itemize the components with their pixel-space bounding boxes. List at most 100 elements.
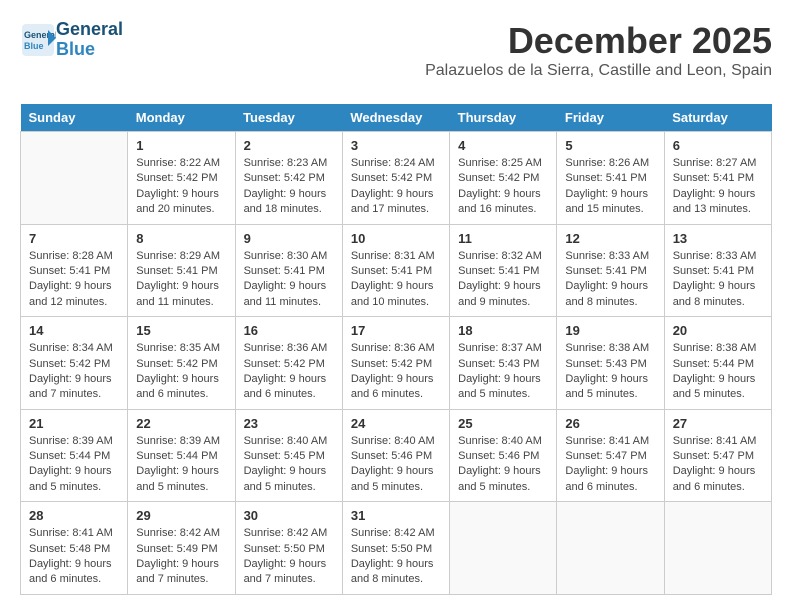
day-cell [450,502,557,595]
day-info: Sunrise: 8:33 AM Sunset: 5:41 PM Dayligh… [565,249,655,311]
day-cell: 25Sunrise: 8:40 AM Sunset: 5:46 PM Dayli… [450,409,557,502]
day-info: Sunrise: 8:37 AM Sunset: 5:43 PM Dayligh… [458,341,548,403]
day-info: Sunrise: 8:22 AM Sunset: 5:42 PM Dayligh… [136,156,226,218]
title-section: December 2025 Palazuelos de la Sierra, C… [425,20,772,92]
day-cell: 10 Sunrise: 8:31 AM Sunset: 5:41 PM Dayli… [342,224,449,317]
day-info: Sunrise: 8:32 AM Sunset: 5:41 PM Dayligh… [458,249,548,311]
day-number: 28 [29,508,119,523]
day-cell: 23Sunrise: 8:40 AM Sunset: 5:45 PM Dayli… [235,409,342,502]
svg-text:Blue: Blue [24,41,44,51]
day-cell: 11 Sunrise: 8:32 AM Sunset: 5:41 PM Dayli… [450,224,557,317]
day-number: 9 [244,231,334,246]
day-cell: 15 Sunrise: 8:35 AM Sunset: 5:42 PM Dayli… [128,317,235,410]
day-info: Sunrise: 8:25 AM Sunset: 5:42 PM Dayligh… [458,156,548,218]
week-row-1: 1 Sunrise: 8:22 AM Sunset: 5:42 PM Daylig… [21,132,772,225]
day-number: 5 [565,138,655,153]
day-cell: 17Sunrise: 8:36 AM Sunset: 5:42 PM Dayli… [342,317,449,410]
day-cell: 6 Sunrise: 8:27 AM Sunset: 5:41 PM Daylig… [664,132,771,225]
week-row-4: 21 Sunrise: 8:39 AM Sunset: 5:44 PM Dayli… [21,409,772,502]
week-row-5: 28 Sunrise: 8:41 AM Sunset: 5:48 PM Dayli… [21,502,772,595]
day-number: 2 [244,138,334,153]
day-cell: 5 Sunrise: 8:26 AM Sunset: 5:41 PM Daylig… [557,132,664,225]
day-cell: 22 Sunrise: 8:39 AM Sunset: 5:44 PM Dayli… [128,409,235,502]
day-number: 29 [136,508,226,523]
day-cell: 8Sunrise: 8:29 AM Sunset: 5:41 PM Daylig… [128,224,235,317]
header-sunday: Sunday [21,104,128,132]
day-cell: 24 Sunrise: 8:40 AM Sunset: 5:46 PM Dayli… [342,409,449,502]
day-cell: 9 Sunrise: 8:30 AM Sunset: 5:41 PM Daylig… [235,224,342,317]
day-info: Sunrise: 8:36 AM Sunset: 5:42 PM Dayligh… [244,341,334,403]
week-row-3: 14Sunrise: 8:34 AM Sunset: 5:42 PM Dayli… [21,317,772,410]
day-info: Sunrise: 8:34 AM Sunset: 5:42 PM Dayligh… [29,341,119,403]
day-info: Sunrise: 8:38 AM Sunset: 5:43 PM Dayligh… [565,341,655,403]
day-number: 18 [458,323,548,338]
header-friday: Friday [557,104,664,132]
day-number: 26 [565,416,655,431]
header-tuesday: Tuesday [235,104,342,132]
day-info: Sunrise: 8:35 AM Sunset: 5:42 PM Dayligh… [136,341,226,403]
day-info: Sunrise: 8:26 AM Sunset: 5:41 PM Dayligh… [565,156,655,218]
logo-line2: Blue [56,40,123,60]
day-cell: 29 Sunrise: 8:42 AM Sunset: 5:49 PM Dayli… [128,502,235,595]
day-info: Sunrise: 8:41 AM Sunset: 5:47 PM Dayligh… [565,434,655,496]
day-cell: 3Sunrise: 8:24 AM Sunset: 5:42 PM Daylig… [342,132,449,225]
day-info: Sunrise: 8:42 AM Sunset: 5:50 PM Dayligh… [351,526,441,588]
day-number: 22 [136,416,226,431]
day-info: Sunrise: 8:27 AM Sunset: 5:41 PM Dayligh… [673,156,763,218]
day-cell: 1 Sunrise: 8:22 AM Sunset: 5:42 PM Daylig… [128,132,235,225]
day-number: 25 [458,416,548,431]
day-number: 19 [565,323,655,338]
day-info: Sunrise: 8:39 AM Sunset: 5:44 PM Dayligh… [29,434,119,496]
day-cell: 18 Sunrise: 8:37 AM Sunset: 5:43 PM Dayli… [450,317,557,410]
day-number: 27 [673,416,763,431]
day-info: Sunrise: 8:24 AM Sunset: 5:42 PM Dayligh… [351,156,441,218]
day-cell: 27 Sunrise: 8:41 AM Sunset: 5:47 PM Dayli… [664,409,771,502]
day-number: 10 [351,231,441,246]
header-wednesday: Wednesday [342,104,449,132]
day-info: Sunrise: 8:41 AM Sunset: 5:48 PM Dayligh… [29,526,119,588]
day-cell: 19 Sunrise: 8:38 AM Sunset: 5:43 PM Dayli… [557,317,664,410]
header-monday: Monday [128,104,235,132]
location-title: Palazuelos de la Sierra, Castille and Le… [425,62,772,80]
day-info: Sunrise: 8:36 AM Sunset: 5:42 PM Dayligh… [351,341,441,403]
day-info: Sunrise: 8:23 AM Sunset: 5:42 PM Dayligh… [244,156,334,218]
day-info: Sunrise: 8:40 AM Sunset: 5:46 PM Dayligh… [351,434,441,496]
day-cell: 16 Sunrise: 8:36 AM Sunset: 5:42 PM Dayli… [235,317,342,410]
day-number: 6 [673,138,763,153]
week-row-2: 7 Sunrise: 8:28 AM Sunset: 5:41 PM Daylig… [21,224,772,317]
day-cell: 20 Sunrise: 8:38 AM Sunset: 5:44 PM Dayli… [664,317,771,410]
day-info: Sunrise: 8:28 AM Sunset: 5:41 PM Dayligh… [29,249,119,311]
header-thursday: Thursday [450,104,557,132]
day-number: 7 [29,231,119,246]
day-info: Sunrise: 8:39 AM Sunset: 5:44 PM Dayligh… [136,434,226,496]
day-cell: 12 Sunrise: 8:33 AM Sunset: 5:41 PM Dayli… [557,224,664,317]
day-number: 15 [136,323,226,338]
day-number: 12 [565,231,655,246]
logo-icon: General Blue [20,22,56,58]
day-info: Sunrise: 8:29 AM Sunset: 5:41 PM Dayligh… [136,249,226,311]
day-number: 21 [29,416,119,431]
day-info: Sunrise: 8:42 AM Sunset: 5:49 PM Dayligh… [136,526,226,588]
day-info: Sunrise: 8:30 AM Sunset: 5:41 PM Dayligh… [244,249,334,311]
logo: General Blue General Blue [20,20,123,60]
day-number: 20 [673,323,763,338]
day-cell: 30Sunrise: 8:42 AM Sunset: 5:50 PM Dayli… [235,502,342,595]
day-number: 24 [351,416,441,431]
day-cell: 2 Sunrise: 8:23 AM Sunset: 5:42 PM Daylig… [235,132,342,225]
day-number: 11 [458,231,548,246]
day-number: 30 [244,508,334,523]
day-cell: 14Sunrise: 8:34 AM Sunset: 5:42 PM Dayli… [21,317,128,410]
day-cell: 21 Sunrise: 8:39 AM Sunset: 5:44 PM Dayli… [21,409,128,502]
day-cell [664,502,771,595]
month-title: December 2025 [425,20,772,62]
day-cell: 4Sunrise: 8:25 AM Sunset: 5:42 PM Daylig… [450,132,557,225]
calendar-header: SundayMondayTuesdayWednesdayThursdayFrid… [21,104,772,132]
day-info: Sunrise: 8:31 AM Sunset: 5:41 PM Dayligh… [351,249,441,311]
header-saturday: Saturday [664,104,771,132]
logo-line1: General [56,20,123,40]
day-number: 1 [136,138,226,153]
day-number: 31 [351,508,441,523]
day-number: 16 [244,323,334,338]
day-info: Sunrise: 8:38 AM Sunset: 5:44 PM Dayligh… [673,341,763,403]
day-info: Sunrise: 8:41 AM Sunset: 5:47 PM Dayligh… [673,434,763,496]
